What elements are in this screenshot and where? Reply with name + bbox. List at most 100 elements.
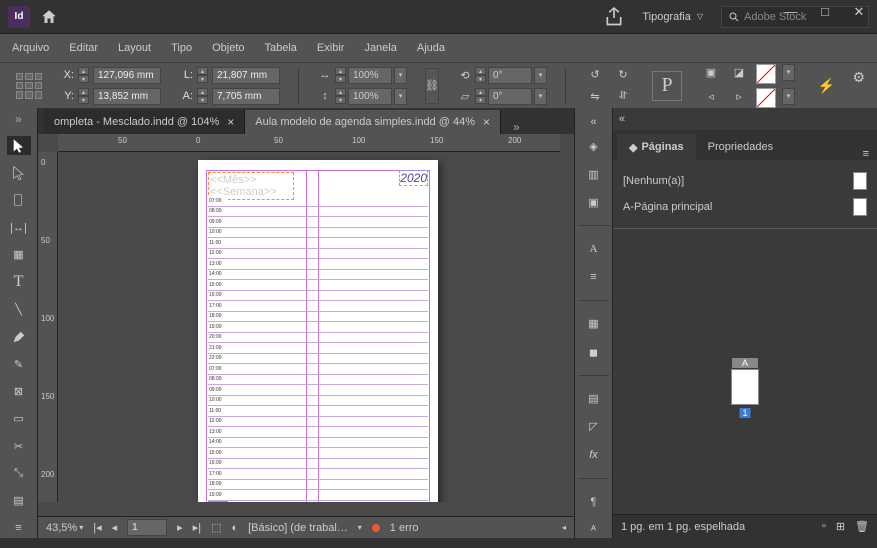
page-first-icon[interactable]: |◂ [93, 521, 101, 534]
rectangle-tool[interactable]: ▭ [7, 409, 31, 428]
selection-tool[interactable] [7, 136, 31, 155]
select-content-button[interactable]: ◪ [728, 64, 750, 82]
fill-drop[interactable]: ▾ [782, 64, 795, 81]
select-container-button[interactable]: ▣ [700, 64, 722, 82]
h-input[interactable]: 7,705 mm [212, 88, 280, 105]
line-tool[interactable]: ╲ [7, 300, 31, 319]
page-next-icon[interactable]: ▸ [177, 521, 183, 534]
flip-h-button[interactable]: ⇋ [584, 88, 606, 106]
x-stepper[interactable]: ▴▾ [78, 67, 89, 83]
fill-none-icon[interactable] [756, 64, 776, 84]
preflight-icon[interactable]: ◐ [231, 522, 238, 534]
stroke-icon[interactable]: ▤ [582, 391, 606, 407]
open-icon[interactable]: ⬚ [211, 521, 221, 534]
direct-selection-tool[interactable] [7, 163, 31, 182]
shear-input[interactable]: 0° [488, 88, 532, 105]
sx-input[interactable]: 100% [348, 67, 392, 84]
constrain-icon[interactable]: ⛓ [425, 68, 439, 104]
sx-stepper[interactable]: ▴▾ [335, 67, 346, 83]
tab-properties[interactable]: Propriedades [696, 134, 785, 160]
flip-v-button[interactable]: ⥯ [612, 88, 634, 106]
page-last-icon[interactable]: ▸| [193, 521, 201, 534]
zoom-control[interactable]: 43,5%▾ [46, 522, 83, 534]
rot-input[interactable]: 0° [488, 67, 532, 84]
stroke-drop[interactable]: ▾ [782, 88, 795, 105]
menu-arquivo[interactable]: Arquivo [12, 42, 49, 54]
minimize-button[interactable]: — [783, 4, 799, 20]
y-input[interactable]: 13,852 mm [93, 88, 161, 105]
next-object-button[interactable]: ▹ [728, 88, 750, 106]
swatches-icon[interactable]: ▦ [582, 316, 606, 332]
page-prev-icon[interactable]: ◂ [112, 521, 118, 534]
close-icon[interactable]: × [483, 115, 490, 129]
page-input[interactable]: 1 [127, 519, 167, 536]
doc-tab-1[interactable]: ompleta - Mesclado.indd @ 104%× [44, 110, 245, 134]
rot-drop[interactable]: ▾ [534, 67, 547, 84]
pencil-tool[interactable]: ✎ [7, 355, 31, 374]
tabs-overflow-icon[interactable]: » [507, 120, 526, 134]
gap-tool[interactable]: |↔| [7, 218, 31, 237]
sx-drop[interactable]: ▾ [394, 67, 407, 84]
rotate-cw-button[interactable]: ↻ [612, 66, 634, 84]
page-thumbnail[interactable]: A 1 [731, 369, 759, 405]
w-input[interactable]: 21,807 mm [212, 67, 280, 84]
menu-tipo[interactable]: Tipo [171, 42, 192, 54]
prev-object-button[interactable]: ◃ [700, 88, 722, 106]
effects-icon[interactable]: fx [582, 447, 606, 463]
master-none[interactable]: [Nenhum(a)] [623, 168, 867, 194]
gradient-tool[interactable]: ▤ [7, 491, 31, 510]
edit-page-size-icon[interactable]: ▫ [822, 520, 826, 533]
pen-tool[interactable] [7, 327, 31, 346]
h-stepper[interactable]: ▴▾ [197, 88, 208, 104]
stroke-none-icon[interactable] [756, 88, 776, 108]
menu-exibir[interactable]: Exibir [317, 42, 345, 54]
menu-tabela[interactable]: Tabela [265, 42, 297, 54]
panel-menu-icon[interactable]: ⚙ [852, 69, 865, 86]
menu-objeto[interactable]: Objeto [212, 42, 244, 54]
scissors-tool[interactable]: ✂ [7, 437, 31, 456]
quick-apply-icon[interactable]: ⚡ [818, 77, 835, 94]
close-icon[interactable]: × [227, 115, 234, 129]
workspace-switcher[interactable]: Tipografia ▽ [642, 11, 703, 23]
paragraph-styles-icon[interactable]: ¶ [582, 494, 606, 510]
collapse-icon[interactable]: » [15, 112, 22, 126]
color-icon[interactable]: ◼ [582, 344, 606, 360]
w-stepper[interactable]: ▴▾ [197, 67, 208, 83]
gradient2-icon[interactable]: ◸ [582, 419, 606, 435]
sy-input[interactable]: 100% [348, 88, 392, 105]
layers-icon[interactable]: ▣ [582, 194, 606, 210]
menu-layout[interactable]: Layout [118, 42, 151, 54]
type-tool[interactable]: T [7, 273, 31, 292]
shear-stepper[interactable]: ▴▾ [475, 88, 486, 104]
dock-collapse-icon[interactable]: « [590, 116, 596, 128]
new-page-icon[interactable]: ⊞ [836, 520, 845, 533]
pages-icon[interactable]: ▥ [582, 166, 606, 182]
rectangle-frame-tool[interactable]: ⊠ [7, 382, 31, 401]
close-button[interactable]: ✕ [851, 4, 867, 20]
error-count[interactable]: 1 erro [390, 522, 419, 534]
panel-menu-icon[interactable]: ≡ [855, 148, 877, 160]
character-styles-icon[interactable]: ᴬ [582, 522, 606, 538]
menu-janela[interactable]: Janela [364, 42, 396, 54]
tab-pages[interactable]: ◆Páginas [617, 134, 696, 160]
home-icon[interactable] [40, 8, 58, 26]
maximize-button[interactable]: □ [817, 4, 833, 20]
delete-page-icon[interactable]: 🗑 [855, 520, 869, 533]
shear-drop[interactable]: ▾ [534, 88, 547, 105]
cc-libraries-icon[interactable]: ◈ [582, 138, 606, 154]
scroll-left-icon[interactable]: ◂ [562, 523, 566, 532]
content-collector-tool[interactable]: ▦ [7, 245, 31, 264]
rotate-ccw-button[interactable]: ↺ [584, 66, 606, 84]
share-icon[interactable] [604, 7, 624, 27]
menu-editar[interactable]: Editar [69, 42, 98, 54]
note-tool[interactable]: ≡ [7, 519, 31, 538]
style-display[interactable]: [Básico] (de trabal… [248, 522, 348, 534]
sy-drop[interactable]: ▾ [394, 88, 407, 105]
paragraph-icon[interactable]: ≡ [582, 269, 606, 285]
master-a[interactable]: A-Página principal [623, 194, 867, 220]
character-icon[interactable]: A [582, 241, 606, 257]
free-transform-tool[interactable]: ⤡ [7, 464, 31, 483]
reference-point[interactable] [16, 73, 42, 99]
y-stepper[interactable]: ▴▾ [78, 88, 89, 104]
doc-tab-2[interactable]: Aula modelo de agenda simples.indd @ 44%… [245, 110, 501, 134]
